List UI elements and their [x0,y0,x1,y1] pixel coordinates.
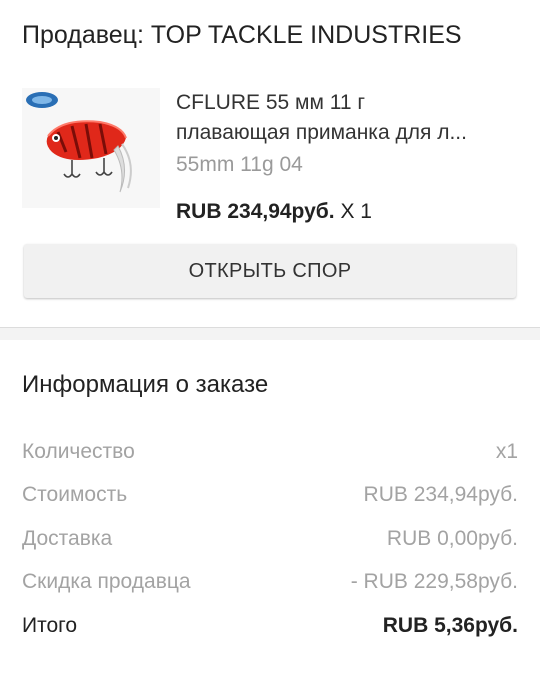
product-info: CFLURE 55 мм 11 г плавающая приманка для… [176,88,518,230]
open-dispute-label: ОТКРЫТЬ СПОР [188,259,352,282]
product-variant: 55mm 11g 04 [176,153,303,176]
product-quantity: X 1 [340,200,372,223]
order-row-shipping: Доставка RUB 0,00руб. [22,517,518,561]
product-title-line1: CFLURE 55 мм 11 г [176,91,366,114]
row-value: RUB 0,00руб. [386,526,518,550]
product-title[interactable]: CFLURE 55 мм 11 г плавающая приманка для… [176,88,518,148]
row-label: Доставка [22,526,113,550]
row-label: Скидка продавца [22,570,191,594]
seller-label: Продавец: TOP TACKLE INDUSTRIES [22,20,462,49]
section-divider [0,327,540,340]
order-row-total: Итого RUB 5,36руб. [22,604,518,648]
order-info-list: Количество x1 Стоимость RUB 234,94руб. Д… [0,430,540,648]
row-label: Стоимость [22,483,128,507]
row-value: RUB 234,94руб. [363,483,518,507]
order-row-cost: Стоимость RUB 234,94руб. [22,474,518,518]
fishing-lure-icon [22,88,160,208]
order-row-seller-discount: Скидка продавца - RUB 229,58руб. [22,561,518,605]
total-value: RUB 5,36руб. [382,613,518,637]
order-info-title: Информация о заказе [0,340,540,430]
product-thumbnail[interactable] [22,88,160,208]
product-title-line2: плавающая приманка для л... [176,121,467,144]
total-label: Итого [22,613,78,637]
order-info-title-text: Информация о заказе [22,371,269,398]
seller-header[interactable]: Продавец: TOP TACKLE INDUSTRIES [0,0,540,70]
order-row-quantity: Количество x1 [22,430,518,474]
row-value: x1 [495,439,518,463]
open-dispute-button[interactable]: ОТКРЫТЬ СПОР [24,244,516,298]
row-label: Количество [22,439,135,463]
product-price: RUB 234,94руб. [176,200,335,223]
product-price-line: RUB 234,94руб. X 1 [176,200,518,224]
row-value: - RUB 229,58руб. [350,570,518,594]
product-item[interactable]: CFLURE 55 мм 11 г плавающая приманка для… [0,70,540,230]
